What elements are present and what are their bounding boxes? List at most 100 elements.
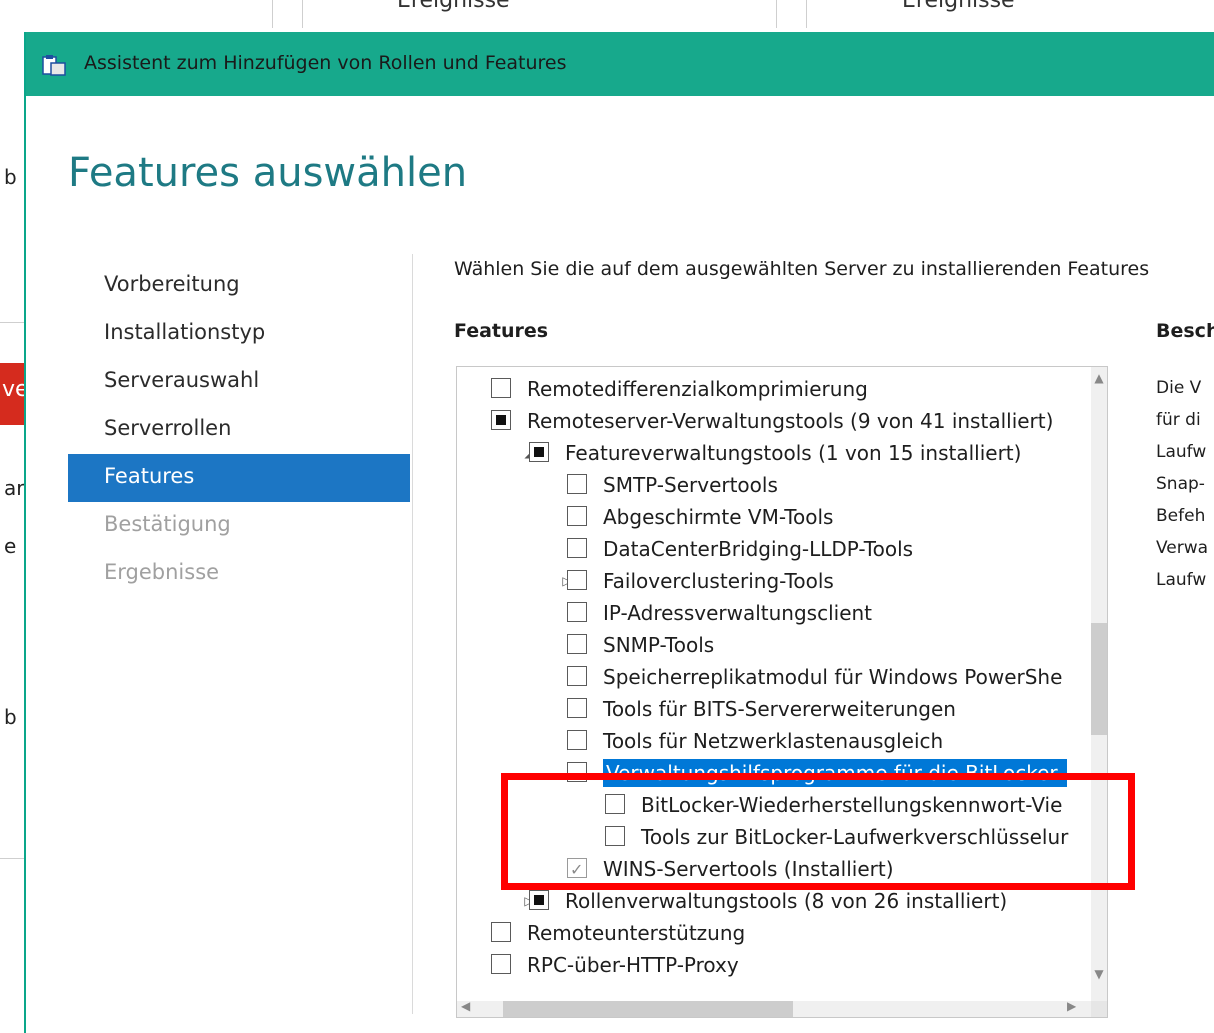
nav-item-serverrollen[interactable]: Serverrollen: [68, 406, 410, 454]
nav-divider: [412, 254, 413, 1014]
checkmark-icon: ✓: [570, 860, 584, 879]
feature-checkbox[interactable]: [567, 538, 587, 558]
scroll-corner: [1091, 1001, 1107, 1017]
tree-item[interactable]: BitLocker-Wiederherstellungskennwort-Vie: [457, 791, 1091, 819]
tree-item-label: Verwaltungshilfsprogramme für die BitLoc…: [603, 759, 1067, 787]
background-fragment: ar: [4, 476, 24, 500]
background-fragment: ve: [2, 377, 24, 402]
horizontal-scrollbar[interactable]: ◀ ▶: [457, 999, 1091, 1017]
tree-item[interactable]: SMTP-Servertools: [457, 471, 1091, 499]
description-heading: Besch: [1156, 320, 1214, 342]
feature-checkbox[interactable]: [529, 442, 549, 462]
tree-item[interactable]: Tools für BITS-Servererweiterungen: [457, 695, 1091, 723]
tree-item[interactable]: Speicherreplikatmodul für Windows PowerS…: [457, 663, 1091, 691]
wizard-icon: [42, 55, 66, 76]
description-line: für di: [1156, 410, 1201, 430]
nav-item-features[interactable]: Features: [68, 454, 410, 502]
background-divider: [776, 0, 777, 28]
feature-checkbox[interactable]: [491, 954, 511, 974]
tree-item[interactable]: RPC-über-HTTP-Proxy: [457, 951, 1091, 979]
features-heading: Features: [454, 320, 549, 342]
scroll-up-icon[interactable]: ▲: [1091, 371, 1107, 385]
tree-item[interactable]: ▷Rollenverwaltungstools (8 von 26 instal…: [457, 887, 1091, 915]
window-title: Assistent zum Hinzufügen von Rollen und …: [84, 52, 567, 74]
feature-checkbox[interactable]: [605, 794, 625, 814]
background-cell: Ereignisse: [397, 0, 510, 13]
feature-checkbox[interactable]: [529, 890, 549, 910]
feature-checkbox[interactable]: [567, 506, 587, 526]
title-bar[interactable]: Assistent zum Hinzufügen von Rollen und …: [26, 32, 1214, 96]
tree-item-label: Rollenverwaltungstools (8 von 26 install…: [565, 889, 1008, 913]
tree-item[interactable]: Remotedifferenzialkomprimierung: [457, 375, 1091, 403]
tree-item-label: RPC-über-HTTP-Proxy: [527, 953, 739, 977]
feature-checkbox[interactable]: [605, 826, 625, 846]
nav-item-installationstyp[interactable]: Installationstyp: [68, 310, 410, 358]
background-window-strip: Ereignisse Ereignisse: [0, 0, 1214, 30]
background-cell: Ereignisse: [902, 0, 1015, 13]
tree-item[interactable]: ◢Verwaltungshilfsprogramme für die BitLo…: [457, 759, 1091, 787]
tree-item-label: Remoteunterstützung: [527, 921, 746, 945]
background-fragment: e: [4, 534, 17, 558]
tree-item-label: BitLocker-Wiederherstellungskennwort-Vie: [641, 793, 1063, 817]
wizard-dialog: Assistent zum Hinzufügen von Rollen und …: [24, 32, 1214, 1033]
feature-checkbox[interactable]: [567, 474, 587, 494]
tree-item[interactable]: Tools zur BitLocker-Laufwerkverschlüssel…: [457, 823, 1091, 851]
feature-checkbox[interactable]: [491, 922, 511, 942]
description-line: Laufw: [1156, 442, 1207, 462]
tree-item-label: Speicherreplikatmodul für Windows PowerS…: [603, 665, 1063, 689]
feature-checkbox[interactable]: [491, 410, 511, 430]
feature-checkbox[interactable]: [567, 570, 587, 590]
tree-item-label: IP-Adressverwaltungsclient: [603, 601, 873, 625]
tree-item[interactable]: Remoteserver-Verwaltungstools (9 von 41 …: [457, 407, 1091, 435]
background-divider: [302, 0, 303, 28]
description-line: Die V: [1156, 378, 1202, 398]
tree-item-label: WINS-Servertools (Installiert): [603, 857, 894, 881]
background-left-strip: b ve ar e b: [0, 30, 24, 1033]
feature-checkbox[interactable]: ✓: [567, 858, 587, 879]
tree-item[interactable]: Remoteunterstützung: [457, 919, 1091, 947]
feature-checkbox[interactable]: [567, 730, 587, 750]
tree-item-label: Abgeschirmte VM-Tools: [603, 505, 834, 529]
nav-item-vorbereitung[interactable]: Vorbereitung: [68, 262, 410, 310]
tree-item-label: SNMP-Tools: [603, 633, 715, 657]
background-divider: [0, 858, 24, 859]
nav-item-bestaetigung: Bestätigung: [104, 512, 231, 536]
tree-item-label: Tools für Netzwerklastenausgleich: [603, 729, 944, 753]
instruction-text: Wählen Sie die auf dem ausgewählten Serv…: [454, 258, 1150, 280]
scroll-right-icon[interactable]: ▶: [1067, 999, 1076, 1013]
wizard-nav: Vorbereitung Installationstyp Serverausw…: [68, 262, 410, 598]
tree-item[interactable]: DataCenterBridging-LLDP-Tools: [457, 535, 1091, 563]
tree-item[interactable]: Tools für Netzwerklastenausgleich: [457, 727, 1091, 755]
tree-item-label: SMTP-Servertools: [603, 473, 778, 497]
tree-item-label: Failoverclustering-Tools: [603, 569, 834, 593]
description-line: Verwa: [1156, 538, 1209, 558]
background-fragment: b: [4, 705, 17, 729]
tree-item[interactable]: IP-Adressverwaltungsclient: [457, 599, 1091, 627]
scroll-left-icon[interactable]: ◀: [461, 999, 470, 1013]
tree-item-label: Tools zur BitLocker-Laufwerkverschlüssel…: [641, 825, 1069, 849]
tree-item-label: Remotedifferenzialkomprimierung: [527, 377, 868, 401]
nav-item-ergebnisse: Ergebnisse: [104, 560, 220, 584]
tree-item[interactable]: ✓ WINS-Servertools (Installiert): [457, 855, 1091, 883]
feature-checkbox[interactable]: [567, 762, 587, 782]
features-tree[interactable]: RPC-über-HTTP-Proxy Remoteunterstützung ▷R…: [456, 366, 1108, 1018]
tree-item-label: DataCenterBridging-LLDP-Tools: [603, 537, 914, 561]
tree-item[interactable]: Abgeschirmte VM-Tools: [457, 503, 1091, 531]
feature-checkbox[interactable]: [567, 634, 587, 654]
feature-checkbox[interactable]: [567, 602, 587, 622]
scroll-down-icon[interactable]: ▼: [1091, 967, 1107, 981]
feature-checkbox[interactable]: [491, 378, 511, 398]
nav-item-serverauswahl[interactable]: Serverauswahl: [68, 358, 410, 406]
tree-item[interactable]: ◢Featureverwaltungstools (1 von 15 insta…: [457, 439, 1091, 467]
horizontal-scroll-thumb[interactable]: [503, 1001, 793, 1017]
tree-item-label: Tools für BITS-Servererweiterungen: [603, 697, 956, 721]
description-text: Die V für di Laufw Snap- Befeh Verwa Lau…: [1156, 372, 1214, 596]
feature-checkbox[interactable]: [567, 666, 587, 686]
tree-item[interactable]: ▷Failoverclustering-Tools: [457, 567, 1091, 595]
background-divider: [0, 322, 24, 323]
feature-checkbox[interactable]: [567, 698, 587, 718]
description-line: Befeh: [1156, 506, 1206, 526]
vertical-scroll-thumb[interactable]: [1091, 623, 1107, 735]
tree-item[interactable]: SNMP-Tools: [457, 631, 1091, 659]
vertical-scrollbar[interactable]: ▲ ▼: [1091, 367, 1107, 1001]
